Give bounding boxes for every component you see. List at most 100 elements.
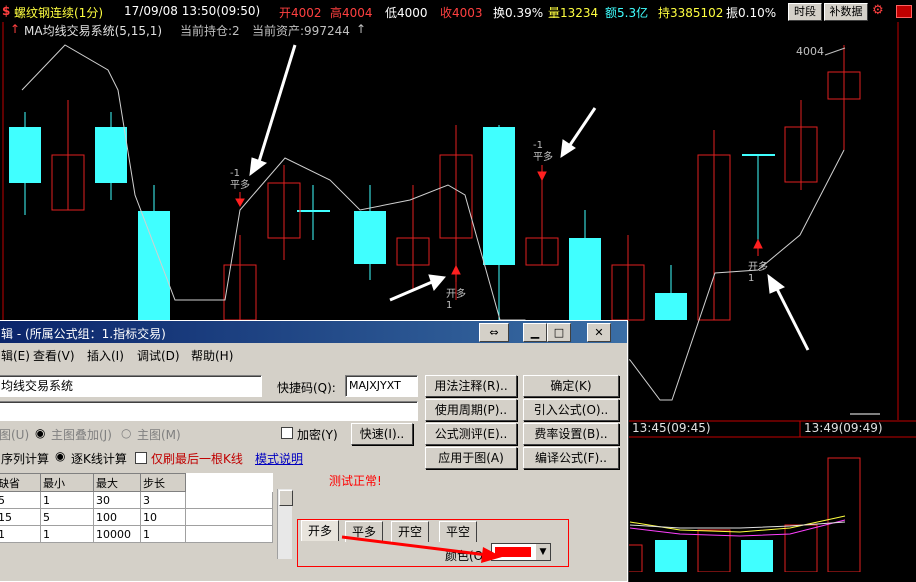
radio-overlay[interactable]: ◉: [35, 426, 45, 440]
high-price: 高4004: [330, 6, 373, 20]
mode-overlay-label: 主图叠加(J): [51, 428, 112, 442]
mode-main-disabled-label: 图(U): [0, 428, 30, 442]
instrument-name: 螺纹钢连续(1分): [14, 6, 103, 20]
stock-icon: $: [2, 4, 11, 18]
import-formula-button[interactable]: 引入公式(O)..: [523, 399, 619, 421]
calc-each-label: 逐K线计算: [71, 452, 127, 466]
candle: [655, 293, 687, 320]
menu-help[interactable]: 帮助(H): [191, 347, 233, 364]
svg-text:1: 1: [748, 273, 754, 284]
radio-main[interactable]: ○: [121, 426, 131, 440]
table-scrollbar[interactable]: [277, 489, 293, 559]
fee-settings-button[interactable]: 费率设置(B)..: [523, 423, 619, 445]
table-row[interactable]: 1 1 10000 1: [0, 525, 273, 543]
timeshare-button[interactable]: 时段: [788, 3, 822, 21]
maximize-button[interactable]: □: [547, 323, 571, 342]
dialog-menubar: 辑(E) 查看(V) 插入(I) 调试(D) 帮助(H): [0, 343, 627, 363]
settings-icon[interactable]: ⚙: [872, 4, 886, 18]
params-table[interactable]: 缺省 最小 最大 步长 5 1 30 3 15 5 100 10 1 1 10000 1: [0, 473, 273, 543]
turnover-rate: 换0.39%: [493, 6, 544, 20]
col-step: 步长: [140, 473, 186, 492]
high-label: 4004: [796, 45, 824, 58]
close-price: 收4003: [440, 6, 483, 20]
menu-edit[interactable]: 辑(E): [1, 347, 30, 364]
signal-sell-2: -1平多: [533, 140, 553, 182]
assets: 当前资产:997244: [252, 24, 350, 38]
mode-main-label: 主图(M): [137, 428, 181, 442]
signal-sell-1: -1平多: [230, 168, 250, 208]
minimize-button[interactable]: ▁: [523, 323, 547, 342]
description-input[interactable]: [0, 401, 418, 421]
last-bar-label: 仅刷最后一根K线: [151, 452, 243, 466]
close-button[interactable]: ✕: [587, 323, 611, 342]
low-price: 低4000: [385, 6, 428, 20]
supplement-data-button[interactable]: 补数据: [824, 3, 868, 21]
menu-debug[interactable]: 调试(D): [137, 347, 180, 364]
signal-buy-2: 开多1: [748, 238, 768, 284]
amplitude: 振0.10%: [726, 6, 777, 20]
compile-formula-button[interactable]: 编译公式(F)..: [523, 447, 619, 469]
open-price: 开4002: [279, 6, 322, 20]
system-name: MA均线交易系统(5,15,1): [24, 24, 163, 38]
quick-button[interactable]: 快速(I)..: [351, 423, 413, 445]
high-leader: [824, 47, 846, 56]
shortcut-label: 快捷码(Q):: [277, 381, 336, 395]
usage-notes-button[interactable]: 用法注释(R)..: [425, 375, 517, 397]
position: 持3385102: [658, 6, 724, 20]
menu-insert[interactable]: 插入(I): [87, 347, 124, 364]
candle: [9, 127, 41, 183]
use-period-button[interactable]: 使用周期(P)..: [425, 399, 517, 421]
apply-to-chart-button[interactable]: 应用于图(A): [425, 447, 517, 469]
table-header: 缺省 最小 最大 步长: [0, 473, 273, 492]
tab-open-long[interactable]: 开多: [301, 520, 340, 541]
svg-text:-1: -1: [230, 168, 240, 179]
svg-text:平多: 平多: [533, 150, 553, 163]
shortcut-input[interactable]: MAJXJYXT: [345, 375, 418, 397]
ok-button[interactable]: 确定(K): [523, 375, 619, 397]
time-label: 13:49(09:49): [804, 421, 883, 435]
formula-editor-dialog: 辑 - (所属公式组：1.指标交易) ⇔ ▁ □ ✕ 辑(E) 查看(V) 插入…: [0, 320, 628, 582]
formula-name-input[interactable]: 均线交易系统: [0, 375, 262, 397]
template-help-link[interactable]: 模式说明: [255, 450, 303, 467]
datetime: 17/09/08 13:50(09:50): [124, 4, 261, 18]
candle: [95, 127, 127, 183]
resize-icon[interactable]: ⇔: [479, 323, 509, 342]
col-max: 最大: [93, 473, 141, 492]
volume-panel: [627, 457, 861, 572]
svg-text:1: 1: [446, 300, 452, 311]
menu-view[interactable]: 查看(V): [33, 347, 75, 364]
radio-each-bar[interactable]: ◉: [55, 449, 65, 463]
svg-text:开多: 开多: [748, 260, 768, 273]
grid-icon[interactable]: [896, 5, 912, 18]
holding: 当前持仓:2: [180, 24, 240, 38]
candle: [354, 211, 386, 264]
amount: 额5.3亿: [605, 6, 649, 20]
svg-text:开多: 开多: [446, 287, 466, 300]
candle: [483, 127, 515, 265]
volume: 量13234: [548, 6, 599, 20]
candle: [569, 238, 601, 320]
formula-evaluate-button[interactable]: 公式测评(E)..: [425, 423, 517, 445]
signal-buy-1: 开多1: [446, 264, 466, 311]
col-min: 最小: [40, 473, 94, 492]
calc-seq-label[interactable]: 序列计算: [1, 450, 49, 467]
test-status: 测试正常!: [329, 474, 382, 488]
encrypt-checkbox[interactable]: [281, 427, 293, 439]
dialog-title: 辑 - (所属公式组：1.指标交易): [1, 327, 166, 341]
time-label: 13:45(09:45): [632, 421, 711, 435]
svg-text:-1: -1: [533, 140, 543, 151]
annotation-arrows: [249, 44, 810, 351]
table-row[interactable]: 15 5 100 10: [0, 508, 273, 526]
table-row[interactable]: 5 1 30 3: [0, 491, 273, 509]
chevron-down-icon[interactable]: ▼: [536, 544, 550, 560]
svg-text:平多: 平多: [230, 178, 250, 191]
last-bar-checkbox[interactable]: [135, 452, 147, 464]
encrypt-label: 加密(Y): [297, 428, 338, 442]
arrow-up-icon: ↑: [356, 22, 367, 36]
quote-header: $ 螺纹钢连续(1分) 17/09/08 13:50(09:50) 开4002 …: [0, 0, 916, 22]
arrow-up-icon: ↑: [10, 22, 21, 36]
dialog-titlebar[interactable]: 辑 - (所属公式组：1.指标交易) ⇔ ▁ □ ✕: [0, 321, 627, 343]
red-arrow-annotation: [341, 535, 502, 563]
col-default: 缺省: [0, 473, 41, 492]
candle: [138, 211, 170, 320]
